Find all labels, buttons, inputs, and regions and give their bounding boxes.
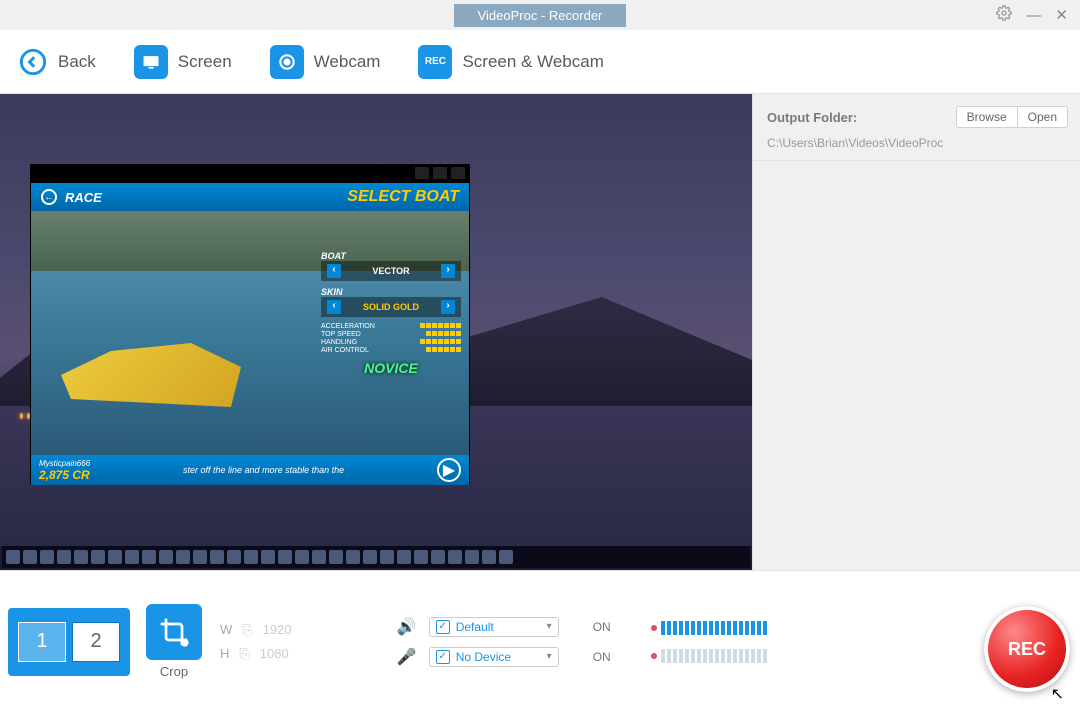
height-value: 1080 <box>260 646 304 661</box>
monitor-selector: 1 2 <box>8 608 130 676</box>
titlebar: VideoProc - Recorder — ✕ <box>0 0 1080 30</box>
open-button[interactable]: Open <box>1017 106 1068 128</box>
audio-controls: 🔊 ✓Default▾ ON 🎤 ✓No Device▾ ON <box>397 617 611 667</box>
mic-device-value: No Device <box>456 650 547 664</box>
back-button[interactable]: Back <box>18 45 96 79</box>
browse-button[interactable]: Browse <box>956 106 1017 128</box>
link-icon: ⎘ <box>239 646 249 662</box>
boat-graphic <box>51 335 251 415</box>
game-username: Mysticpain666 <box>39 459 90 468</box>
skin-value: SOLID GOLD <box>363 302 419 312</box>
output-path: C:\Users\Brian\Videos\VideoProc <box>753 136 1080 161</box>
boat-label: BOAT <box>321 251 461 261</box>
output-folder-label: Output Folder: <box>767 110 857 125</box>
webcam-label: Webcam <box>314 52 381 72</box>
height-label: H <box>220 646 229 661</box>
speaker-icon: 🔊 <box>397 617 419 637</box>
width-label: W <box>220 622 232 637</box>
controls-bar: 1 2 Crop W ⎘ 1920 H ⎘ 1080 🔊 ✓Default▾ ON 🎤 … <box>0 570 1080 712</box>
record-button[interactable]: REC <box>984 606 1070 692</box>
side-panel: Output Folder: Browse Open C:\Users\Bria… <box>752 94 1080 570</box>
screen-webcam-icon: REC <box>418 45 452 79</box>
minimize-icon[interactable]: — <box>1026 7 1041 24</box>
audio-meters <box>651 621 767 663</box>
stat-speed: TOP SPEED <box>321 331 361 338</box>
toolbar: Back Screen Webcam REC Screen & Webcam <box>0 30 1080 94</box>
back-arrow-icon <box>18 45 48 79</box>
mic-on-label[interactable]: ON <box>593 650 611 664</box>
webcam-mode-button[interactable]: Webcam <box>270 45 381 79</box>
back-label: Back <box>58 52 96 72</box>
crop-label: Crop <box>160 664 188 679</box>
mic-icon: 🎤 <box>397 647 419 667</box>
skin-label: SKIN <box>321 287 461 297</box>
stat-handling: HANDLING <box>321 339 357 346</box>
monitor-1-button[interactable]: 1 <box>18 622 66 662</box>
audio-device-select[interactable]: ✓Default▾ <box>429 617 559 637</box>
screen-label: Screen <box>178 52 232 72</box>
difficulty-label: NOVICE <box>321 360 461 376</box>
play-icon: ▶ <box>437 458 461 482</box>
game-ticker: ster off the line and more stable than t… <box>183 465 344 475</box>
preview-area: ←RACE SELECT BOAT BOAT ‹VECTOR› SKIN ‹SO… <box>0 94 752 570</box>
audio-device-value: Default <box>456 620 547 634</box>
mic-meter <box>651 649 767 663</box>
window-title: VideoProc - Recorder <box>454 4 627 27</box>
game-race-label: RACE <box>65 190 102 205</box>
width-value: 1920 <box>263 622 307 637</box>
screen-mode-button[interactable]: Screen <box>134 45 232 79</box>
boat-value: VECTOR <box>372 266 409 276</box>
screen-webcam-mode-button[interactable]: REC Screen & Webcam <box>418 45 603 79</box>
link-icon: ⎘ <box>242 622 252 638</box>
stat-accel: ACCELERATION <box>321 323 375 330</box>
screen-webcam-label: Screen & Webcam <box>462 52 603 72</box>
speaker-meter <box>651 621 767 635</box>
cursor-icon: ↖ <box>1051 684 1064 704</box>
game-credits: 2,875 CR <box>39 468 90 482</box>
audio-on-label[interactable]: ON <box>593 620 611 634</box>
mic-device-select[interactable]: ✓No Device▾ <box>429 647 559 667</box>
captured-taskbar <box>2 546 750 568</box>
monitor-2-button[interactable]: 2 <box>72 622 120 662</box>
stat-air: AIR CONTROL <box>321 347 369 354</box>
captured-game-window: ←RACE SELECT BOAT BOAT ‹VECTOR› SKIN ‹SO… <box>30 164 470 484</box>
crop-button[interactable] <box>146 604 202 660</box>
settings-gear-icon[interactable] <box>996 5 1012 25</box>
webcam-icon <box>270 45 304 79</box>
screen-icon <box>134 45 168 79</box>
close-icon[interactable]: ✕ <box>1055 6 1068 24</box>
game-select-boat: SELECT BOAT <box>347 188 459 206</box>
